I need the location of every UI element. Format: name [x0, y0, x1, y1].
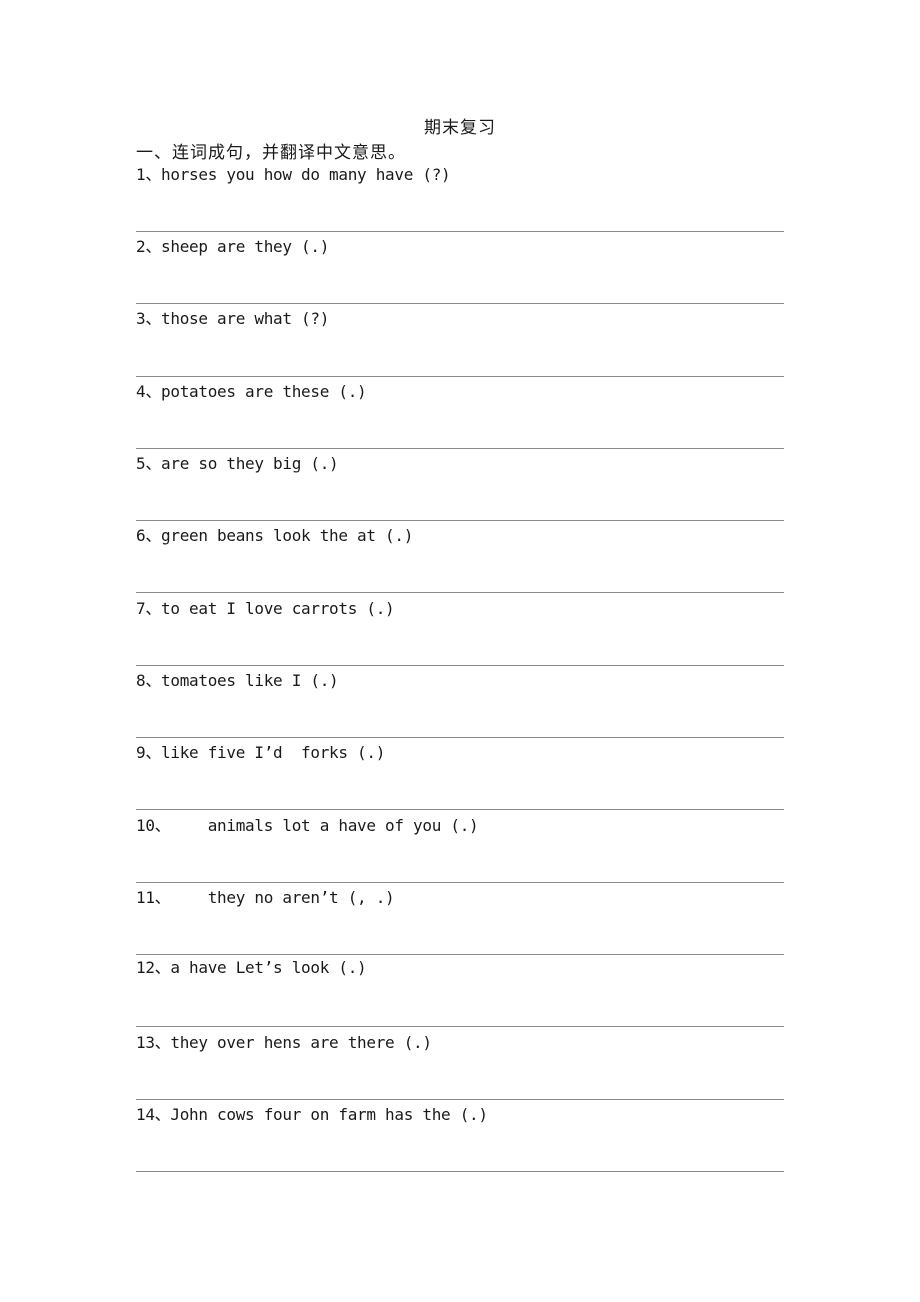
question-text: are so they big (.) — [161, 454, 339, 473]
answer-line[interactable] — [136, 303, 784, 304]
question-number: 3、 — [136, 309, 162, 328]
question-item: 2、sheep are they (.) — [136, 237, 329, 257]
question-text: sheep are they (.) — [161, 237, 330, 256]
question-text: animals lot a have of you (.) — [170, 816, 479, 835]
question-item: 3、those are what (?) — [136, 309, 329, 329]
question-text: to eat I love carrots (.) — [161, 599, 395, 618]
page-title: 期末复习 — [424, 118, 496, 138]
question-number: 7、 — [136, 599, 162, 618]
question-item: 5、are so they big (.) — [136, 454, 339, 474]
answer-line[interactable] — [136, 1099, 784, 1100]
question-number: 2、 — [136, 237, 162, 256]
worksheet-page: 期末复习 一、连词成句，并翻译中文意思。 1、horses you how do… — [0, 0, 920, 1302]
question-text: like five I’d forks (.) — [161, 743, 386, 762]
answer-line[interactable] — [136, 520, 784, 521]
question-number: 4、 — [136, 382, 162, 401]
question-text: those are what (?) — [161, 309, 330, 328]
question-item: 9、like five I’d forks (.) — [136, 743, 385, 763]
question-text: they no aren’t (, .) — [170, 888, 395, 907]
question-number: 6、 — [136, 526, 162, 545]
question-item: 4、potatoes are these (.) — [136, 382, 367, 402]
answer-line[interactable] — [136, 592, 784, 593]
question-number: 14、 — [136, 1105, 171, 1124]
answer-line[interactable] — [136, 954, 784, 955]
question-item: 13、they over hens are there (.) — [136, 1033, 432, 1053]
answer-line[interactable] — [136, 809, 784, 810]
question-number: 8、 — [136, 671, 162, 690]
question-number: 13、 — [136, 1033, 171, 1052]
answer-line[interactable] — [136, 376, 784, 377]
question-item: 11、 they no aren’t (, .) — [136, 888, 395, 908]
question-text: tomatoes like I (.) — [161, 671, 339, 690]
question-text: green beans look the at (.) — [161, 526, 414, 545]
question-item: 1、horses you how do many have (?) — [136, 165, 451, 185]
question-number: 5、 — [136, 454, 162, 473]
question-item: 8、tomatoes like I (.) — [136, 671, 339, 691]
answer-line[interactable] — [136, 231, 784, 232]
question-number: 12、 — [136, 958, 171, 977]
answer-line[interactable] — [136, 1171, 784, 1172]
question-item: 12、a have Let’s look (.) — [136, 958, 367, 978]
question-item: 7、to eat I love carrots (.) — [136, 599, 395, 619]
question-item: 6、green beans look the at (.) — [136, 526, 413, 546]
question-text: horses you how do many have (?) — [161, 165, 451, 184]
question-text: a have Let’s look (.) — [170, 958, 367, 977]
answer-line[interactable] — [136, 737, 784, 738]
question-number: 11、 — [136, 888, 171, 907]
question-text: they over hens are there (.) — [170, 1033, 432, 1052]
answer-line[interactable] — [136, 665, 784, 666]
question-number: 10、 — [136, 816, 171, 835]
section-heading: 一、连词成句，并翻译中文意思。 — [136, 143, 406, 163]
question-text: potatoes are these (.) — [161, 382, 367, 401]
question-number: 9、 — [136, 743, 162, 762]
question-item: 10、 animals lot a have of you (.) — [136, 816, 479, 836]
answer-line[interactable] — [136, 448, 784, 449]
question-item: 14、John cows four on farm has the (.) — [136, 1105, 488, 1125]
answer-line[interactable] — [136, 882, 784, 883]
answer-line[interactable] — [136, 1026, 784, 1027]
question-number: 1、 — [136, 165, 162, 184]
question-text: John cows four on farm has the (.) — [170, 1105, 488, 1124]
